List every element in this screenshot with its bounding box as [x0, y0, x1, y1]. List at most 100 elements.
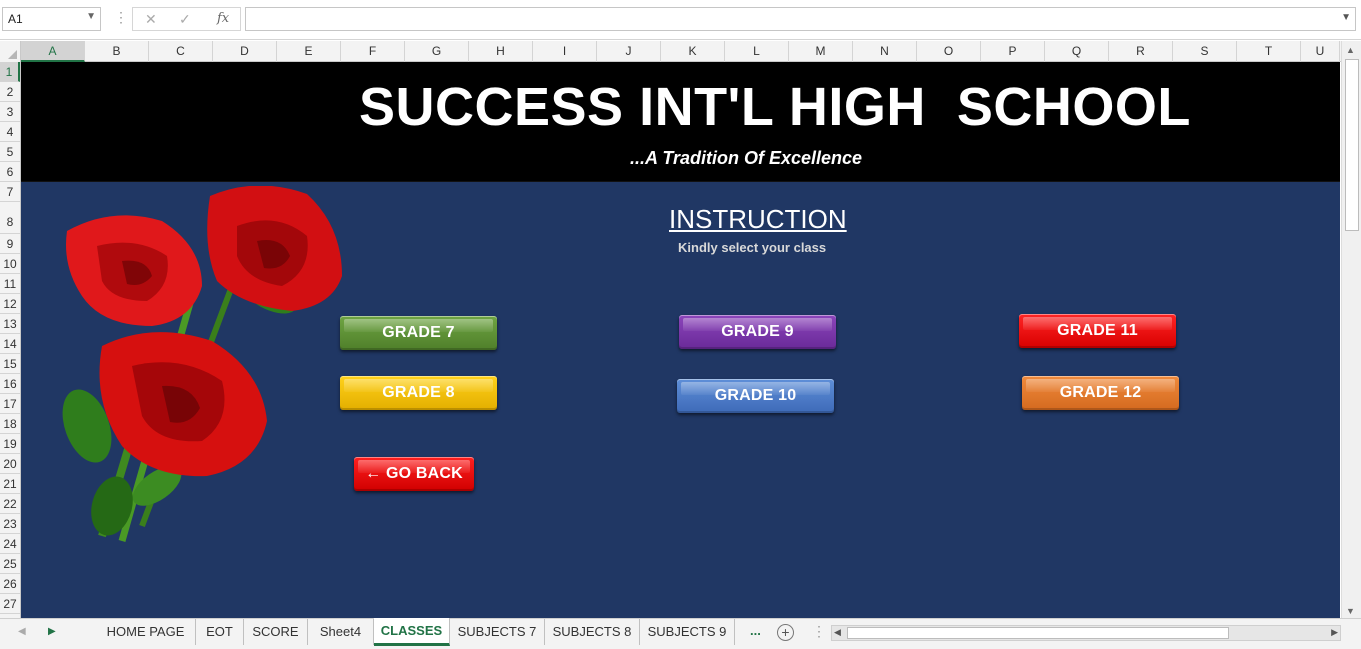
sheet-tab[interactable]: SUBJECTS 8 [545, 619, 640, 645]
column-header[interactable]: S [1173, 41, 1237, 62]
row-header[interactable]: 20 [0, 454, 20, 474]
row-header[interactable]: 4 [0, 122, 20, 142]
name-box[interactable]: A1 ▼ [2, 7, 101, 31]
row-header[interactable]: 26 [0, 574, 20, 594]
go-back-button[interactable]: ← GO BACK [354, 457, 474, 491]
row-header[interactable]: 1 [0, 62, 20, 82]
roses-image [62, 186, 342, 542]
formula-bar: A1 ▼ ⋮ ✕ ✓ fx ▼ [0, 0, 1361, 40]
chevron-right-icon[interactable]: ▶ [1331, 627, 1338, 638]
tab-scroll-right-icon[interactable]: ▶ [48, 626, 56, 637]
column-header[interactable]: M [789, 41, 853, 62]
grade-10-button[interactable]: GRADE 10 [677, 379, 834, 413]
row-header[interactable]: 18 [0, 414, 20, 434]
row-header[interactable]: 13 [0, 314, 20, 334]
sheet-tab[interactable]: EOT [196, 619, 244, 645]
instruction-text: Kindly select your class [678, 240, 827, 255]
row-header[interactable]: 25 [0, 554, 20, 574]
row-header[interactable]: 24 [0, 534, 20, 554]
vertical-scrollbar[interactable]: ▲ ▼ [1341, 41, 1361, 618]
chevron-down-icon[interactable]: ▼ [1341, 12, 1351, 23]
add-sheet-icon[interactable]: + [777, 624, 794, 641]
column-header[interactable]: R [1109, 41, 1173, 62]
column-header[interactable]: K [661, 41, 725, 62]
chevron-down-icon[interactable]: ▼ [1346, 606, 1355, 616]
column-header[interactable]: C [149, 41, 213, 62]
row-header[interactable]: 11 [0, 274, 20, 294]
row-header[interactable]: 23 [0, 514, 20, 534]
sheet-tab[interactable]: SUBJECTS 7 [450, 619, 545, 645]
tab-scroll-left-icon[interactable]: ◀ [18, 626, 26, 637]
chevron-up-icon[interactable]: ▲ [1346, 45, 1355, 55]
row-header[interactable]: 2 [0, 82, 20, 102]
column-header[interactable]: A [21, 41, 85, 62]
chevron-down-icon[interactable]: ▼ [86, 11, 96, 22]
select-all-button[interactable] [0, 41, 21, 62]
column-header[interactable]: N [853, 41, 917, 62]
grade-10-label: GRADE 10 [714, 387, 797, 404]
column-header[interactable]: J [597, 41, 661, 62]
row-header[interactable]: 8 [0, 202, 20, 234]
row-header[interactable]: 22 [0, 494, 20, 514]
school-title: SUCCESS INT'L HIGH SCHOOL [359, 77, 1191, 137]
grade-11-label: GRADE 11 [1057, 322, 1138, 339]
row-header[interactable]: 19 [0, 434, 20, 454]
horizontal-scrollbar[interactable]: ◀ ▶ [831, 625, 1341, 641]
instruction-title: INSTRUCTION [669, 204, 847, 234]
function-icon[interactable]: fx [217, 11, 229, 26]
grade-8-label: GRADE 8 [382, 384, 455, 401]
row-header[interactable]: 27 [0, 594, 20, 614]
more-vertical-icon[interactable]: ⋮ [114, 9, 128, 26]
column-header[interactable]: Q [1045, 41, 1109, 62]
grade-12-label: GRADE 12 [1059, 384, 1142, 401]
row-header[interactable]: 10 [0, 254, 20, 274]
row-header[interactable]: 14 [0, 334, 20, 354]
grade-12-button[interactable]: GRADE 12 [1022, 376, 1179, 410]
row-header[interactable]: 5 [0, 142, 20, 162]
column-header[interactable]: H [469, 41, 533, 62]
sheet-tab[interactable]: CLASSES [374, 618, 450, 646]
go-back-label: ← GO BACK [365, 465, 463, 482]
horizontal-scroll-thumb[interactable] [847, 627, 1229, 639]
formula-buttons: ✕ ✓ fx [132, 7, 241, 31]
sheet-tab[interactable]: HOME PAGE [96, 619, 196, 645]
vertical-scroll-thumb[interactable] [1345, 59, 1359, 231]
grade-9-button[interactable]: GRADE 9 [679, 315, 836, 349]
row-header[interactable]: 16 [0, 374, 20, 394]
sheet-tab[interactable]: Sheet4 [308, 619, 374, 645]
grade-8-button[interactable]: GRADE 8 [340, 376, 497, 410]
row-header[interactable]: 15 [0, 354, 20, 374]
excel-window: A1 ▼ ⋮ ✕ ✓ fx ▼ ABCDEFGHIJKLMNOPQRSTU 12… [0, 0, 1361, 649]
row-header[interactable]: 9 [0, 234, 20, 254]
row-header[interactable]: 7 [0, 182, 20, 202]
grade-7-button[interactable]: GRADE 7 [340, 316, 497, 350]
column-header[interactable]: E [277, 41, 341, 62]
formula-input[interactable]: ▼ [245, 7, 1356, 31]
grade-11-button[interactable]: GRADE 11 [1019, 314, 1176, 348]
column-header[interactable]: B [85, 41, 149, 62]
row-header[interactable]: 3 [0, 102, 20, 122]
chevron-left-icon[interactable]: ◀ [834, 627, 841, 638]
more-tabs-button[interactable]: ... [750, 623, 761, 638]
school-tagline: ...A Tradition Of Excellence [630, 148, 863, 168]
column-header[interactable]: G [405, 41, 469, 62]
sheet-tab[interactable]: SCORE [244, 619, 308, 645]
row-header[interactable]: 12 [0, 294, 20, 314]
column-header[interactable]: O [917, 41, 981, 62]
header-banner: SUCCESS INT'L HIGH SCHOOL ...A Tradition… [21, 62, 1340, 182]
column-header[interactable]: L [725, 41, 789, 62]
column-header[interactable]: P [981, 41, 1045, 62]
grade-7-label: GRADE 7 [382, 324, 455, 341]
checkmark-icon[interactable]: ✓ [179, 11, 191, 28]
column-header[interactable]: T [1237, 41, 1301, 62]
row-header[interactable]: 21 [0, 474, 20, 494]
column-header[interactable]: F [341, 41, 405, 62]
sheet-tab[interactable]: SUBJECTS 9 [640, 619, 735, 645]
row-header[interactable]: 6 [0, 162, 20, 182]
cancel-icon[interactable]: ✕ [145, 11, 157, 28]
column-header[interactable]: D [213, 41, 277, 62]
column-header[interactable]: I [533, 41, 597, 62]
splitter-handle[interactable]: ⋮ [812, 623, 826, 640]
row-header[interactable]: 17 [0, 394, 20, 414]
column-header[interactable]: U [1301, 41, 1340, 62]
